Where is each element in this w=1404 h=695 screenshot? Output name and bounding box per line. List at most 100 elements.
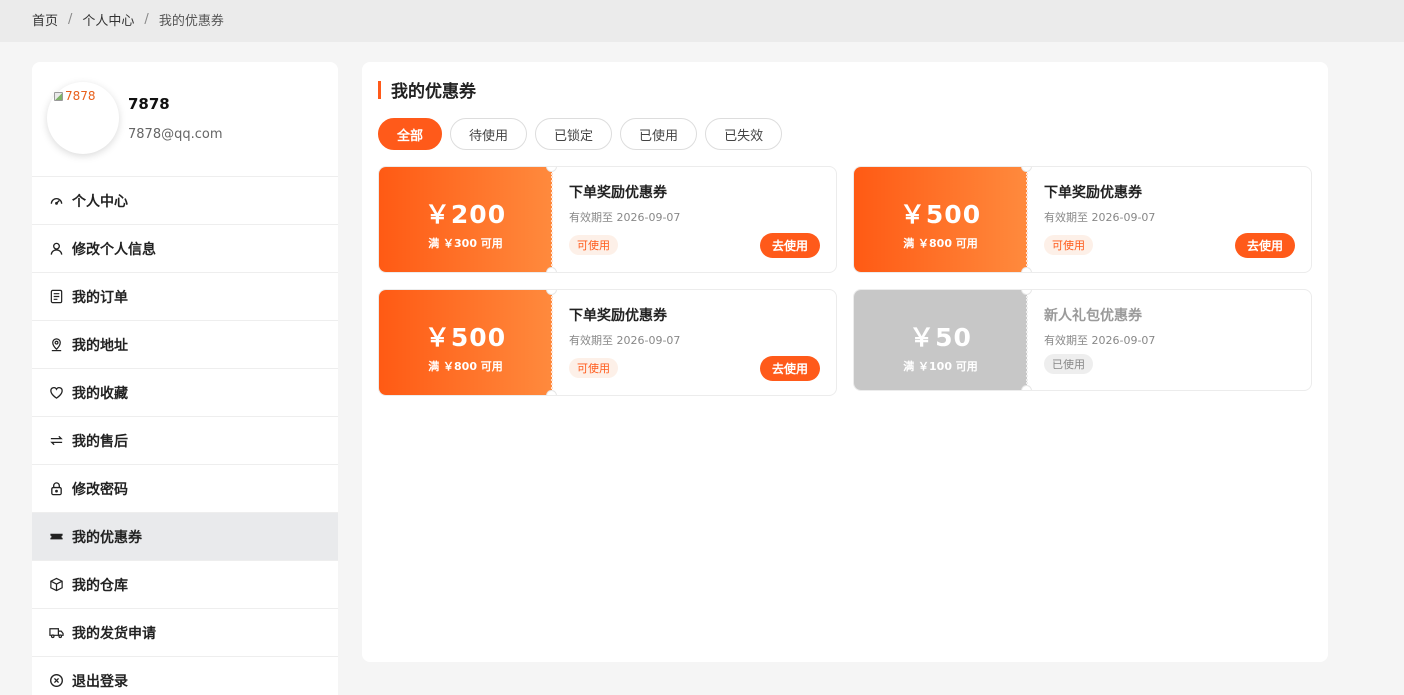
top-bar: 首页 / 个人中心 / 我的优惠券 — [0, 0, 1404, 42]
breadcrumb: 首页 / 个人中心 / 我的优惠券 — [32, 10, 224, 29]
coupon-value-panel: ￥500 满 ￥800 可用 — [854, 167, 1027, 272]
sidebar-item-label: 我的发货申请 — [72, 625, 156, 642]
tab-pending[interactable]: 待使用 — [450, 118, 528, 150]
coupon-min-spend: 满 ￥800 可用 — [428, 360, 503, 373]
coupon-amount: ￥200 — [424, 200, 507, 229]
coupon-info: 下单奖励优惠券 有效期至 2026-09-07 可使用 去使用 — [569, 167, 820, 272]
coupon-amount: ￥500 — [899, 200, 982, 229]
heart-icon — [48, 385, 64, 401]
page-title: 我的优惠券 — [378, 77, 476, 102]
coupon-notch — [546, 390, 557, 395]
coupon-card: ￥500 满 ￥800 可用 下单奖励优惠券 有效期至 2026-09-07 可… — [378, 289, 837, 396]
box-icon — [48, 577, 64, 593]
sidebar-item-personal-center[interactable]: 个人中心 — [32, 177, 338, 225]
tab-locked[interactable]: 已锁定 — [535, 118, 613, 150]
coupon-expiry: 有效期至 2026-09-07 — [1044, 334, 1156, 347]
tab-expired[interactable]: 已失效 — [705, 118, 783, 150]
breadcrumb-personal-center[interactable]: 个人中心 — [82, 10, 134, 29]
coupon-min-spend: 满 ￥800 可用 — [903, 237, 978, 250]
tab-used[interactable]: 已使用 — [620, 118, 698, 150]
coupon-info: 新人礼包优惠券 有效期至 2026-09-07 已使用 — [1044, 290, 1295, 390]
coupon-min-spend: 满 ￥100 可用 — [903, 360, 978, 373]
coupon-name: 下单奖励优惠券 — [569, 185, 667, 201]
avatar-alt-text: 7878 — [65, 89, 96, 103]
title-accent-bar — [378, 80, 381, 99]
coupon-value-panel: ￥50 满 ￥100 可用 — [854, 290, 1027, 390]
sidebar-item-label: 我的仓库 — [72, 577, 128, 594]
coupon-filter-tabs: 全部 待使用 已锁定 已使用 已失效 — [378, 118, 783, 150]
coupon-notch — [1021, 267, 1032, 272]
coupon-card-used: ￥50 满 ￥100 可用 新人礼包优惠券 有效期至 2026-09-07 已使… — [853, 289, 1312, 391]
sidebar: 7878 7878 7878@qq.com 个人中心 修改个人信息 我的订单 我… — [32, 62, 338, 695]
coupon-value-panel: ￥200 满 ￥300 可用 — [379, 167, 552, 272]
page-title-text: 我的优惠券 — [391, 82, 476, 102]
use-coupon-button[interactable]: 去使用 — [759, 233, 820, 258]
coupon-amount: ￥50 — [909, 323, 972, 352]
coupon-min-spend: 满 ￥300 可用 — [428, 237, 503, 250]
use-coupon-button[interactable]: 去使用 — [1234, 233, 1295, 258]
breadcrumb-separator: / — [144, 12, 149, 27]
sidebar-item-label: 我的订单 — [72, 289, 128, 306]
profile-card: 7878 7878 7878@qq.com — [32, 62, 338, 177]
lock-icon — [48, 481, 64, 497]
ticket-icon — [48, 529, 64, 545]
coupon-notch — [546, 167, 557, 172]
main-panel: 我的优惠券 全部 待使用 已锁定 已使用 已失效 ￥200 满 ￥300 可用 … — [362, 62, 1328, 662]
sidebar-item-change-password[interactable]: 修改密码 — [32, 465, 338, 513]
sidebar-item-orders[interactable]: 我的订单 — [32, 273, 338, 321]
status-badge: 可使用 — [569, 358, 618, 378]
sidebar-item-label: 修改个人信息 — [72, 241, 156, 258]
dashboard-icon — [48, 193, 64, 209]
location-icon — [48, 337, 64, 353]
status-badge: 可使用 — [569, 235, 618, 255]
sidebar-item-coupons[interactable]: 我的优惠券 — [32, 513, 338, 561]
breadcrumb-separator: / — [68, 12, 73, 27]
coupon-notch — [1021, 167, 1032, 172]
breadcrumb-current: 我的优惠券 — [158, 14, 224, 29]
coupon-amount: ￥500 — [424, 323, 507, 352]
sidebar-item-after-sales[interactable]: 我的售后 — [32, 417, 338, 465]
sidebar-item-label: 修改密码 — [72, 481, 128, 498]
coupon-expiry: 有效期至 2026-09-07 — [569, 211, 681, 224]
status-badge: 可使用 — [1044, 235, 1093, 255]
coupon-notch — [546, 290, 557, 295]
coupon-info: 下单奖励优惠券 有效期至 2026-09-07 可使用 去使用 — [1044, 167, 1295, 272]
sidebar-item-label: 个人中心 — [72, 193, 128, 210]
sidebar-item-logout[interactable]: 退出登录 — [32, 657, 338, 695]
coupon-divider — [1026, 296, 1028, 384]
username: 7878 — [128, 95, 170, 113]
coupon-expiry: 有效期至 2026-09-07 — [1044, 211, 1156, 224]
sidebar-item-address[interactable]: 我的地址 — [32, 321, 338, 369]
coupon-expiry: 有效期至 2026-09-07 — [569, 334, 681, 347]
avatar[interactable]: 7878 — [47, 82, 119, 154]
coupon-name: 新人礼包优惠券 — [1044, 308, 1142, 324]
close-circle-icon — [48, 673, 64, 689]
coupon-card: ￥500 满 ￥800 可用 下单奖励优惠券 有效期至 2026-09-07 可… — [853, 166, 1312, 273]
breadcrumb-home[interactable]: 首页 — [32, 10, 58, 29]
coupon-name: 下单奖励优惠券 — [569, 308, 667, 324]
tab-all[interactable]: 全部 — [378, 118, 443, 150]
sidebar-item-label: 我的优惠券 — [72, 529, 142, 546]
use-coupon-button[interactable]: 去使用 — [759, 356, 820, 381]
sidebar-item-warehouse[interactable]: 我的仓库 — [32, 561, 338, 609]
coupon-notch — [1021, 290, 1032, 295]
broken-image: 7878 — [54, 89, 96, 103]
coupon-card: ￥200 满 ￥300 可用 下单奖励优惠券 有效期至 2026-09-07 可… — [378, 166, 837, 273]
sidebar-item-label: 退出登录 — [72, 673, 128, 690]
sidebar-item-edit-profile[interactable]: 修改个人信息 — [32, 225, 338, 273]
swap-icon — [48, 433, 64, 449]
sidebar-item-label: 我的地址 — [72, 337, 128, 354]
coupon-divider — [551, 296, 553, 389]
coupon-value-panel: ￥500 满 ￥800 可用 — [379, 290, 552, 395]
coupon-notch — [546, 267, 557, 272]
sidebar-item-label: 我的售后 — [72, 433, 128, 450]
document-icon — [48, 289, 64, 305]
coupon-name: 下单奖励优惠券 — [1044, 185, 1142, 201]
sidebar-item-label: 我的收藏 — [72, 385, 128, 402]
sidebar-item-favorites[interactable]: 我的收藏 — [32, 369, 338, 417]
broken-image-icon — [54, 91, 63, 101]
coupon-divider — [1026, 173, 1028, 266]
coupon-notch — [1021, 385, 1032, 390]
sidebar-item-shipping-requests[interactable]: 我的发货申请 — [32, 609, 338, 657]
truck-icon — [48, 625, 64, 641]
